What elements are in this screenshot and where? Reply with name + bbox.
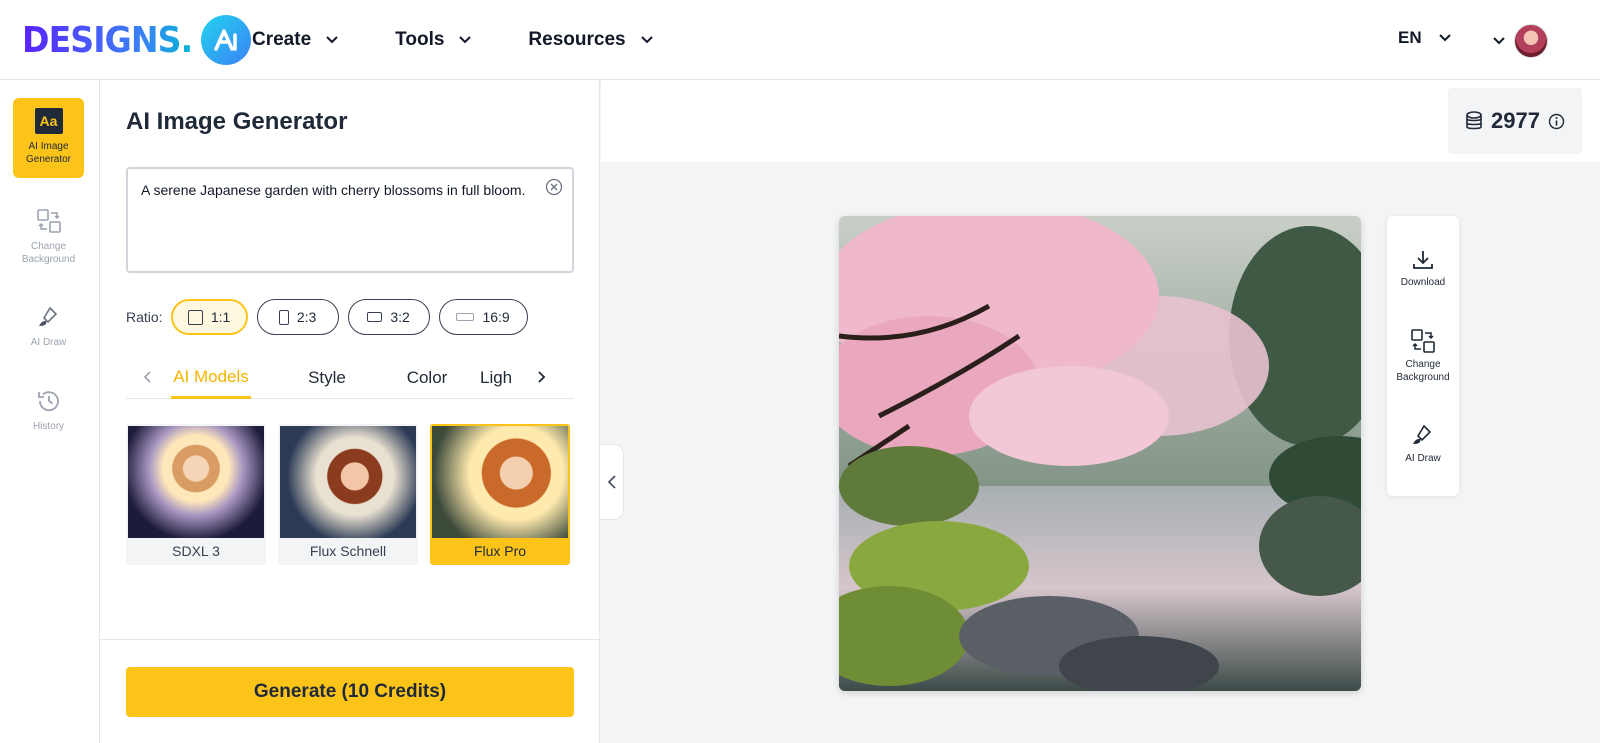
widescreen-ratio-icon (456, 313, 475, 321)
tab-style[interactable]: Style (286, 357, 368, 399)
ai-draw-button[interactable]: AI Draw (1387, 422, 1459, 465)
ratio-value: 16:9 (482, 309, 510, 325)
tab-ai-models[interactable]: AI Models (171, 357, 251, 399)
avatar[interactable] (1514, 24, 1548, 58)
history-icon (37, 391, 59, 412)
language-selector[interactable]: EN (1398, 28, 1452, 48)
page-title: AI Image Generator (126, 108, 348, 135)
aa-icon: Aa (34, 108, 63, 134)
ratio-2-3-button[interactable]: 2:3 (256, 299, 339, 335)
brush-icon (38, 306, 57, 326)
clear-icon[interactable] (544, 177, 564, 197)
chevron-down-icon (1438, 34, 1451, 42)
model-card-flux-pro[interactable]: Flux Pro (430, 424, 570, 565)
landscape-ratio-icon (367, 312, 383, 322)
language-label: EN (1398, 28, 1422, 47)
model-card-sdxl-3[interactable]: SDXL 3 (126, 424, 266, 565)
swap-icon (36, 209, 61, 233)
model-thumbnail (280, 426, 416, 538)
model-name: Flux Pro (473, 542, 527, 559)
nav-resources[interactable]: Resources (528, 29, 653, 51)
tab-lighting[interactable]: Ligh (480, 357, 518, 399)
download-button[interactable]: Download (1387, 248, 1459, 289)
designs-ai-logo[interactable]: DESIGNS. (22, 15, 252, 65)
model-thumbnail (432, 426, 568, 538)
ratio-selector: Ratio: 1:1 2:3 3:2 16:9 (126, 299, 537, 335)
top-header: DESIGNS. Create Tools Resources EN (0, 0, 1600, 80)
tool-sidebar: Aa AI Image Generator Change Background … (0, 80, 100, 743)
nav-resources-label: Resources (528, 29, 626, 50)
logo-text: DESIGNS. (22, 19, 193, 61)
credits-value: 2977 (1491, 108, 1540, 133)
ratio-1-1-button[interactable]: 1:1 (170, 299, 248, 335)
sidebar-item-ai-draw[interactable]: AI Draw (13, 294, 84, 374)
model-thumbnail (128, 426, 264, 538)
prompt-text: A serene Japanese garden with cherry blo… (141, 182, 526, 198)
chevron-left-icon (607, 475, 616, 489)
japanese-garden-image (839, 216, 1361, 691)
sidebar-item-label: AI Draw (30, 337, 67, 348)
nav-tools-label: Tools (395, 29, 445, 50)
ratio-16-9-button[interactable]: 16:9 (438, 299, 528, 335)
download-icon (1413, 251, 1433, 269)
ratio-value: 1:1 (210, 309, 231, 325)
swap-icon (1411, 329, 1435, 353)
logo-ai-badge-icon (201, 15, 252, 65)
ratio-3-2-button[interactable]: 3:2 (347, 299, 430, 335)
sidebar-item-label: Change Background (21, 241, 76, 265)
ratio-value: 3:2 (390, 309, 410, 325)
sidebar-item-label: History (32, 421, 65, 432)
tabs-next-button[interactable] (531, 367, 551, 387)
generated-image (839, 216, 1361, 691)
action-label: Change Background (1396, 359, 1450, 383)
model-card-flux-schnell[interactable]: Flux Schnell (278, 424, 418, 565)
sidebar-item-change-background[interactable]: Change Background (13, 198, 84, 278)
portrait-ratio-icon (278, 309, 289, 325)
collapse-panel-button[interactable] (600, 444, 624, 520)
model-grid: SDXL 3 Flux Schnell Flux Pro (126, 424, 582, 565)
model-name: SDXL 3 (172, 542, 220, 559)
action-label: AI Draw (1405, 453, 1441, 464)
credits-balance: 2977 (1448, 88, 1582, 154)
chevron-down-icon (326, 36, 338, 44)
info-icon[interactable] (1548, 113, 1565, 130)
sidebar-item-history[interactable]: History (13, 378, 84, 458)
nav-create[interactable]: Create (252, 29, 339, 51)
nav-create-label: Create (252, 29, 312, 50)
prompt-textarea[interactable]: A serene Japanese garden with cherry blo… (126, 167, 574, 273)
chevron-down-icon (640, 36, 653, 44)
tab-color[interactable]: Color (386, 357, 468, 399)
chevron-right-icon (538, 371, 546, 383)
nav-tools[interactable]: Tools (395, 29, 472, 51)
tabs-prev-button[interactable] (138, 367, 158, 387)
sidebar-item-label: AI Image Generator (25, 141, 72, 165)
image-action-bar: Download Change Background AI Draw (1387, 216, 1459, 496)
model-name: Flux Schnell (309, 542, 387, 559)
chevron-down-icon (1493, 37, 1505, 45)
generator-panel: AI Image Generator A serene Japanese gar… (100, 80, 600, 743)
brush-icon (1413, 424, 1432, 444)
ratio-value: 2:3 (296, 309, 317, 325)
square-ratio-icon (187, 309, 203, 325)
chevron-down-icon (459, 36, 472, 44)
main-nav: Create Tools Resources (252, 0, 710, 80)
change-background-button[interactable]: Change Background (1387, 328, 1459, 384)
ratio-label: Ratio: (126, 309, 163, 325)
sidebar-item-ai-image-generator[interactable]: Aa AI Image Generator (13, 98, 84, 178)
action-label: Download (1400, 277, 1446, 288)
chevron-left-icon (143, 371, 151, 383)
generate-button[interactable]: Generate (10 Credits) (126, 667, 574, 717)
coins-icon (1466, 111, 1482, 130)
user-menu[interactable] (1492, 24, 1548, 58)
option-tabs: AI Models Style Color Ligh (126, 357, 574, 399)
generate-footer: Generate (10 Credits) (100, 639, 599, 743)
